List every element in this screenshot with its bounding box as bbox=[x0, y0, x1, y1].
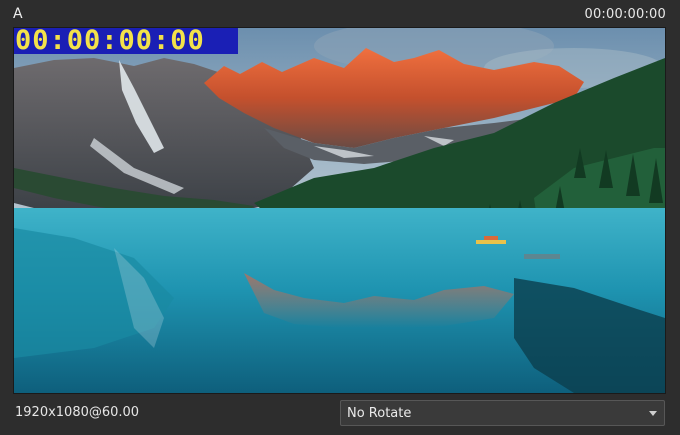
timecode-display: 00:00:00:00 bbox=[584, 7, 666, 22]
chevron-down-icon bbox=[649, 411, 657, 416]
preview-window: A 00:00:00:00 00:00:00:00 1920x1080@60.0… bbox=[0, 0, 680, 435]
resolution-label: 1920x1080@60.00 bbox=[15, 405, 140, 420]
overlay-timecode: 00:00:00:00 bbox=[14, 28, 238, 54]
title-bar: A 00:00:00:00 bbox=[0, 0, 680, 27]
window-title: A bbox=[13, 6, 23, 22]
rotate-dropdown[interactable]: No Rotate bbox=[340, 400, 665, 426]
rotate-selected-value: No Rotate bbox=[347, 406, 412, 421]
video-preview[interactable]: 00:00:00:00 bbox=[13, 27, 666, 394]
footer-bar: 1920x1080@60.00 No Rotate bbox=[0, 395, 680, 435]
preview-image bbox=[14, 28, 665, 393]
